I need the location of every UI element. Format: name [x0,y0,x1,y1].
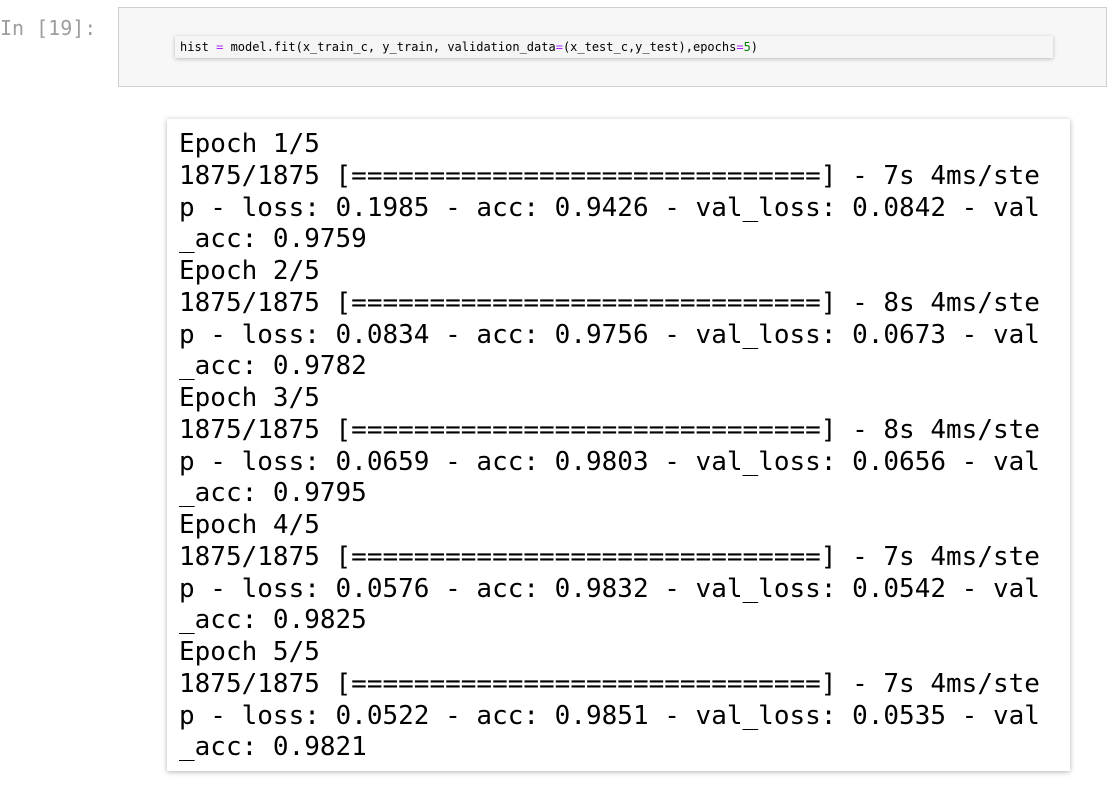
output-line: _acc: 0.9759 [179,224,367,255]
output-line: p - loss: 0.0834 - acc: 0.9756 - val_los… [179,319,1040,350]
output-line: Epoch 4/5 [179,510,320,540]
output-line: _acc: 0.9825 [179,605,367,636]
output-line: _acc: 0.9782 [179,351,367,382]
output-line: 1875/1875 [=============================… [179,160,1040,191]
code-text: ) [750,40,759,54]
input-prompt: In [19]: [0,16,97,40]
output-line: _acc: 0.9821 [179,732,367,763]
code-cell[interactable]: hist = model.fit(x_train_c, y_train, val… [118,7,1107,87]
code-number: 5 [743,40,751,54]
output-line: 1875/1875 [=============================… [179,287,1040,318]
output-line: p - loss: 0.0659 - acc: 0.9803 - val_los… [179,446,1040,477]
code-text: model.fit(x_train_c, y_train, validation… [223,40,556,54]
code-operator: = [736,40,744,54]
code-text: (x_test_c,y_test),epochs [562,40,737,54]
output-line: Epoch 5/5 [179,637,320,667]
output-line: _acc: 0.9795 [179,478,367,509]
output-line: 1875/1875 [=============================… [179,541,1040,572]
code-operator: = [555,40,563,54]
output-line: Epoch 2/5 [179,256,320,286]
output-area: Epoch 1/5 1875/1875 [===================… [167,119,1070,771]
output-line: p - loss: 0.0522 - acc: 0.9851 - val_los… [179,700,1040,731]
output-line: 1875/1875 [=============================… [179,414,1040,445]
output-line: p - loss: 0.1985 - acc: 0.9426 - val_los… [179,192,1040,223]
code-text: hist [180,40,217,54]
output-line: Epoch 3/5 [179,383,320,413]
output-line: p - loss: 0.0576 - acc: 0.9832 - val_los… [179,573,1040,604]
output-line: 1875/1875 [=============================… [179,668,1040,699]
output-line: Epoch 1/5 [179,129,320,159]
code-editor[interactable]: hist = model.fit(x_train_c, y_train, val… [175,36,1053,58]
